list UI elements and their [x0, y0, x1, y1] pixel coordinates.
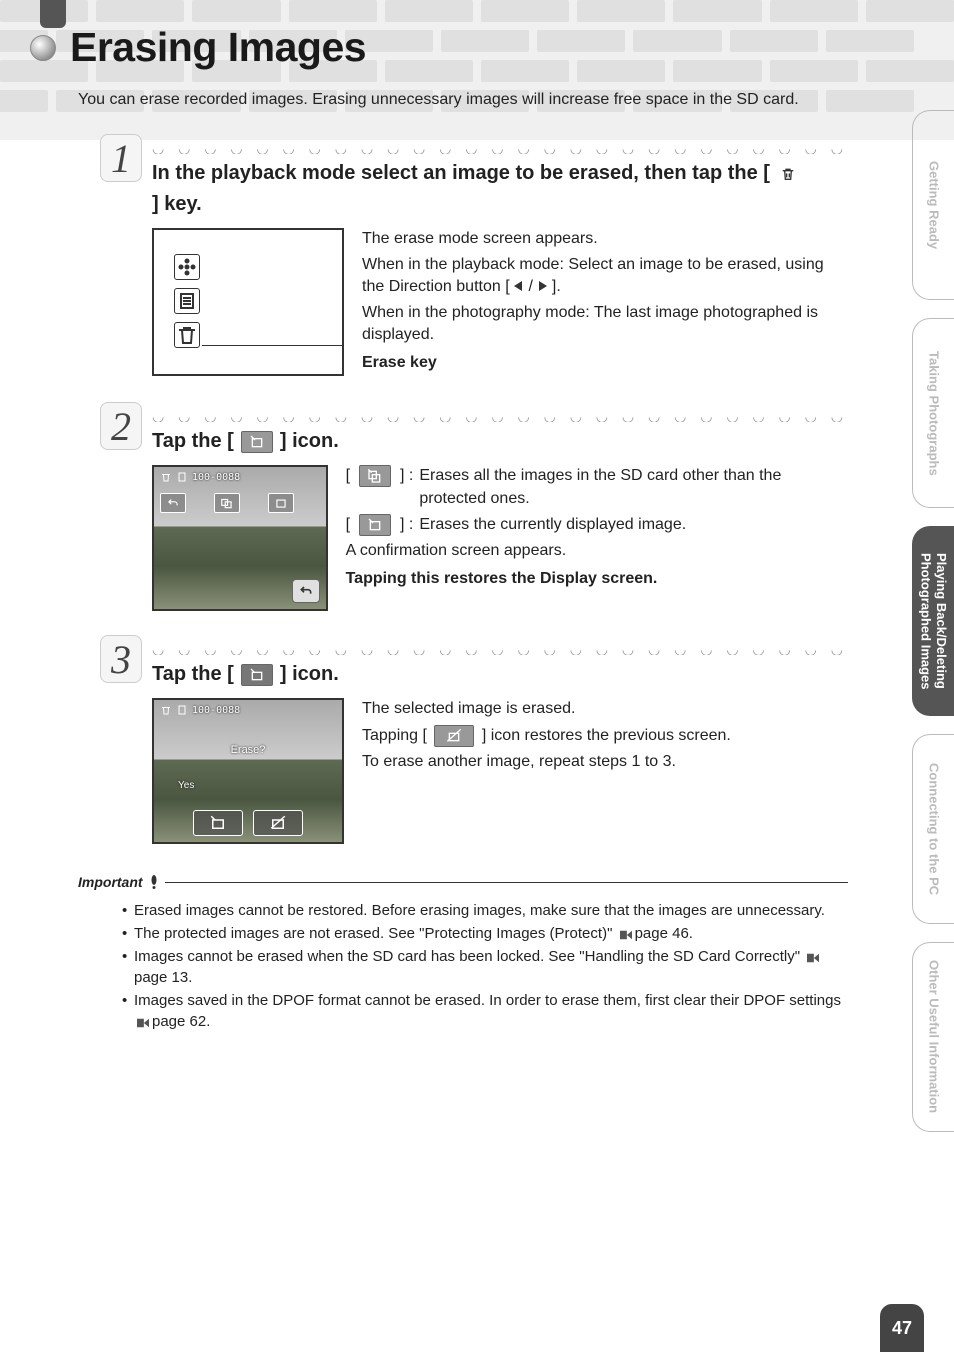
- list-icon: [174, 288, 200, 314]
- card-small-icon: [176, 704, 188, 716]
- step-1-description: The erase mode screen appears. When in t…: [362, 228, 848, 378]
- page-title: Erasing Images: [70, 24, 366, 71]
- step-1: 1 ◡ ◡ ◡ ◡ ◡ ◡ ◡ ◡ ◡ ◡ ◡ ◡ ◡ ◡ ◡ ◡ ◡ ◡ ◡ …: [78, 140, 848, 378]
- step-3: 3 ◡ ◡ ◡ ◡ ◡ ◡ ◡ ◡ ◡ ◡ ◡ ◡ ◡ ◡ ◡ ◡ ◡ ◡ ◡ …: [78, 641, 848, 844]
- trash-small-icon: [160, 704, 172, 716]
- dotted-rule: ◡ ◡ ◡ ◡ ◡ ◡ ◡ ◡ ◡ ◡ ◡ ◡ ◡ ◡ ◡ ◡ ◡ ◡ ◡ ◡ …: [152, 641, 848, 655]
- desc-line: Tapping [ ] icon restores the previous s…: [362, 725, 731, 747]
- erase-confirm-icon: [241, 664, 273, 686]
- title-block: Erasing Images: [30, 24, 366, 71]
- title-bullet-icon: [30, 35, 56, 61]
- important-item: Images cannot be erased when the SD card…: [122, 946, 848, 988]
- side-tabs: Getting Ready Taking Photographs Playing…: [912, 110, 954, 1132]
- side-tab-getting-ready[interactable]: Getting Ready: [912, 110, 954, 300]
- erase-key-label: Erase key: [362, 352, 848, 374]
- bullet-erase-all: [ ] : Erases all the images in the SD ca…: [346, 465, 848, 509]
- step-1-heading-post: ] key.: [152, 191, 202, 218]
- side-tab-playing-back[interactable]: Playing Back/Deleting Photographed Image…: [912, 526, 954, 716]
- step-2-heading: Tap the [ ] icon.: [152, 428, 848, 455]
- dotted-rule: ◡ ◡ ◡ ◡ ◡ ◡ ◡ ◡ ◡ ◡ ◡ ◡ ◡ ◡ ◡ ◡ ◡ ◡ ◡ ◡ …: [152, 140, 848, 154]
- flower-icon: [174, 254, 200, 280]
- confirm-yes-icon: [193, 810, 243, 836]
- confirm-cancel-icon: [253, 810, 303, 836]
- erase-single-icon: [359, 514, 391, 536]
- step-2-heading-post: ] icon.: [280, 428, 339, 455]
- figure-camera-screen-1: [152, 228, 344, 376]
- important-heading: Important: [78, 874, 848, 890]
- step-2-description: [ ] : Erases all the images in the SD ca…: [346, 465, 848, 593]
- side-tab-connecting-pc[interactable]: Connecting to the PC: [912, 734, 954, 924]
- step-1-heading: In the playback mode select an image to …: [152, 160, 848, 218]
- arrow-left-icon: [514, 281, 522, 291]
- step-3-heading: Tap the [ ] icon.: [152, 661, 848, 688]
- figure-mid-icons: [160, 493, 294, 513]
- erase-single-icon: [241, 431, 273, 453]
- step-1-heading-pre: In the playback mode select an image to …: [152, 160, 770, 187]
- figure-playback-screen-2: 100-0088: [152, 465, 328, 611]
- card-small-icon: [176, 471, 188, 483]
- cancel-erase-icon: [434, 725, 474, 747]
- figure-confirm-screen-3: 100-0088 Erase? Yes: [152, 698, 344, 844]
- restore-display-label: Tapping this restores the Display screen…: [346, 568, 848, 590]
- side-tab-taking-photographs[interactable]: Taking Photographs: [912, 318, 954, 508]
- important-list: Erased images cannot be restored. Before…: [78, 900, 848, 1032]
- trash-small-icon: [160, 471, 172, 483]
- bullet-erase-single: [ ] : Erases the currently displayed ima…: [346, 514, 848, 536]
- desc-line: To erase another image, repeat steps 1 t…: [362, 751, 731, 773]
- erase-all-small-icon: [214, 493, 240, 513]
- desc-line: A confirmation screen appears.: [346, 540, 848, 562]
- step-3-description: The selected image is erased. Tapping [ …: [362, 698, 731, 776]
- figure-counter: 100-0088: [192, 472, 240, 483]
- page-number: 47: [880, 1304, 924, 1352]
- trash-icon: [777, 165, 799, 183]
- arrow-right-icon: [539, 281, 547, 291]
- figure-confirm-bar: [160, 810, 336, 836]
- important-item: Erased images cannot be restored. Before…: [122, 900, 848, 921]
- figure-top-bar: 100-0088: [160, 471, 240, 483]
- dotted-rule: ◡ ◡ ◡ ◡ ◡ ◡ ◡ ◡ ◡ ◡ ◡ ◡ ◡ ◡ ◡ ◡ ◡ ◡ ◡ ◡ …: [152, 408, 848, 422]
- figure-erase-prompt: Erase?: [154, 744, 342, 756]
- figure-counter: 100-0088: [192, 705, 240, 716]
- step-number: 2: [100, 402, 142, 450]
- important-item: Images saved in the DPOF format cannot b…: [122, 990, 848, 1032]
- page-ref-icon: [619, 929, 633, 941]
- desc-line: When in the photography mode: The last i…: [362, 302, 848, 346]
- exclamation-icon: [149, 875, 159, 889]
- step-3-heading-post: ] icon.: [280, 661, 339, 688]
- page-ref-icon: [806, 952, 820, 964]
- return-button: [292, 579, 320, 603]
- side-tab-other-useful[interactable]: Other Useful Information: [912, 942, 954, 1132]
- step-2: 2 ◡ ◡ ◡ ◡ ◡ ◡ ◡ ◡ ◡ ◡ ◡ ◡ ◡ ◡ ◡ ◡ ◡ ◡ ◡ …: [78, 408, 848, 611]
- desc-line: The erase mode screen appears.: [362, 228, 848, 250]
- step-number: 1: [100, 134, 142, 182]
- important-item: The protected images are not erased. See…: [122, 923, 848, 944]
- erase-single-small-icon: [268, 493, 294, 513]
- step-number: 3: [100, 635, 142, 683]
- content-area: You can erase recorded images. Erasing u…: [78, 88, 848, 1034]
- return-small-icon: [160, 493, 186, 513]
- trash-button-icon: [174, 322, 200, 348]
- step-2-heading-pre: Tap the [: [152, 428, 234, 455]
- erase-all-icon: [359, 465, 391, 487]
- intro-text: You can erase recorded images. Erasing u…: [78, 88, 848, 112]
- desc-line: The selected image is erased.: [362, 698, 731, 720]
- leader-line: [202, 345, 344, 346]
- figure-top-bar: 100-0088: [160, 704, 240, 716]
- step-3-heading-pre: Tap the [: [152, 661, 234, 688]
- page-ref-icon: [136, 1017, 150, 1029]
- figure-yes-label: Yes: [178, 780, 194, 791]
- desc-line: When in the playback mode: Select an ima…: [362, 254, 848, 298]
